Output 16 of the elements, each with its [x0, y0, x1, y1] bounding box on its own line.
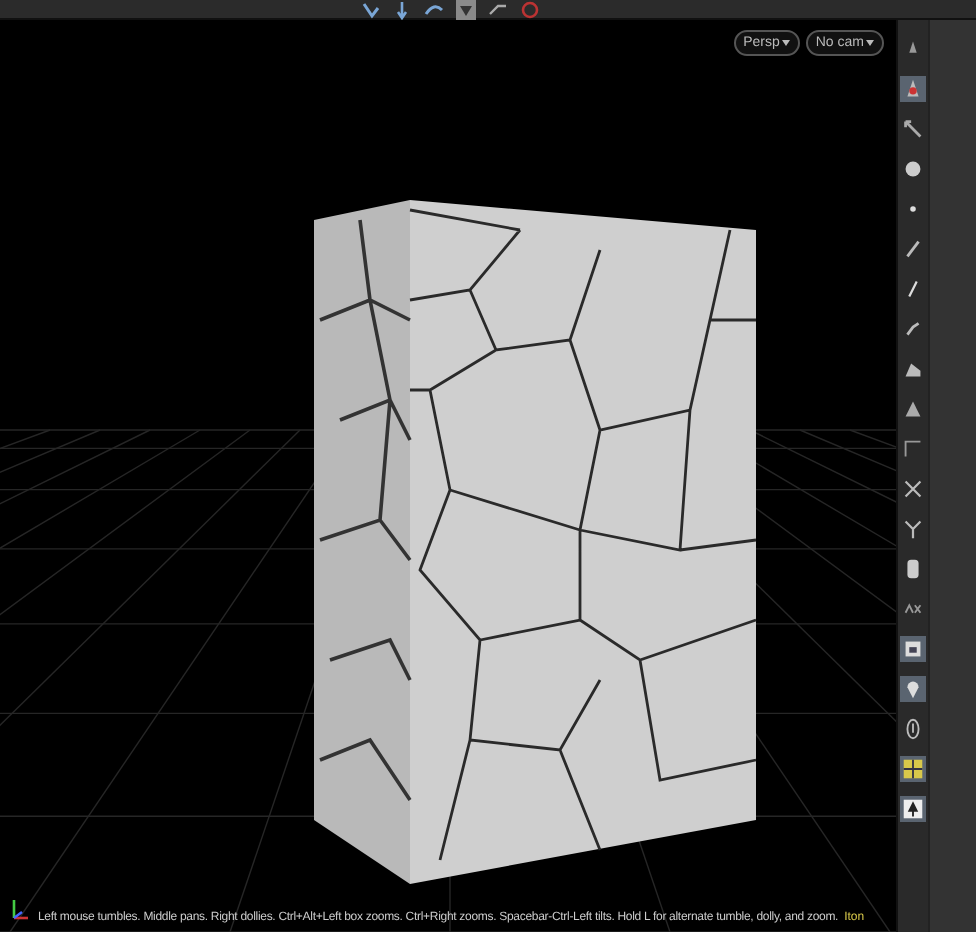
toolbar-tool-icon[interactable]: [392, 0, 412, 19]
axis-gizmo-icon: [8, 896, 32, 924]
shelf-tool-icon[interactable]: [900, 796, 926, 822]
shelf-tool-icon[interactable]: [900, 116, 926, 142]
shelf-tool-icon[interactable]: [900, 636, 926, 662]
toolbar-tool-icon[interactable]: [456, 0, 476, 19]
shelf-tool-icon[interactable]: [900, 236, 926, 262]
caret-icon: [781, 39, 790, 46]
shelf-tool-icon[interactable]: [900, 516, 926, 542]
shelf-tool-icon[interactable]: [900, 756, 926, 782]
toolbar-tool-icon[interactable]: [424, 0, 444, 19]
toolbar-tool-icon[interactable]: [360, 0, 380, 19]
shelf-tool-icon[interactable]: [900, 476, 926, 502]
toolbar-tool-icon[interactable]: [488, 0, 508, 19]
shelf-tool-icon[interactable]: [900, 156, 926, 182]
caret-icon: [866, 39, 874, 46]
